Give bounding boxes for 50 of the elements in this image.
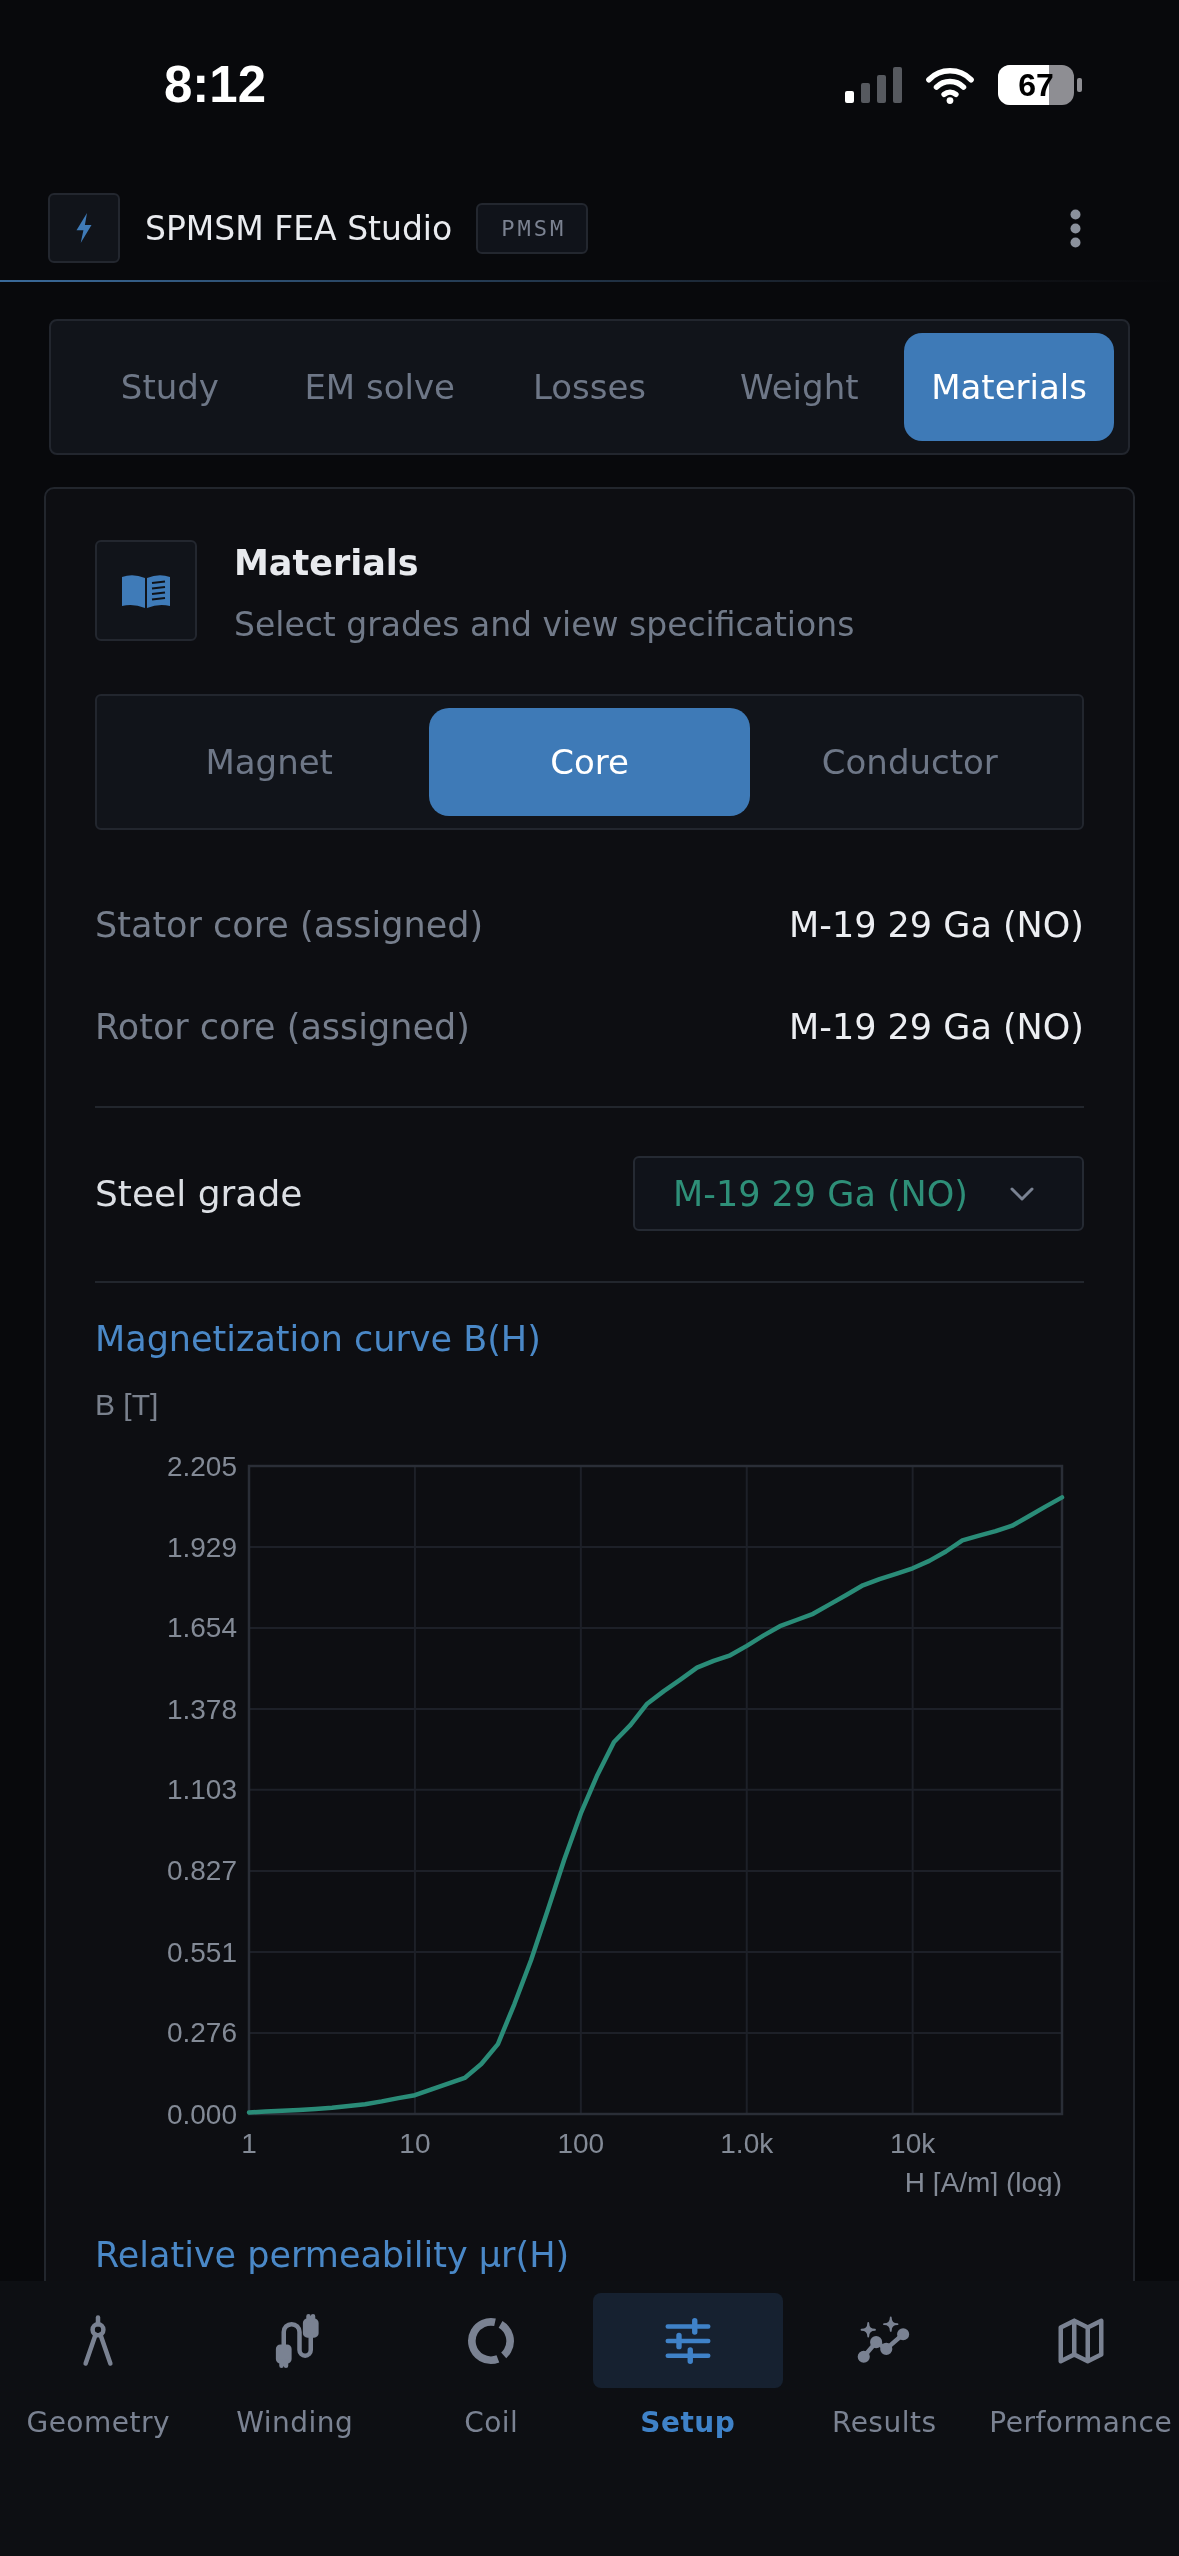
y-tick-label: 0.551 [166, 1936, 237, 1968]
y-tick-label: 1.929 [166, 1531, 237, 1563]
status-time: 8:12 [164, 55, 267, 115]
tab[interactable]: Weight [694, 333, 905, 441]
x-tick-label: 10k [890, 2127, 936, 2159]
card-title: Materials [234, 542, 419, 585]
nav-tab[interactable]: Geometry [0, 2281, 197, 2556]
y-tick-label: 1.103 [166, 1774, 237, 1806]
mode-badge: PMSM [476, 202, 589, 254]
material-type-tab[interactable]: Magnet [109, 708, 430, 816]
chevron-icon [1010, 1186, 1034, 1201]
y-tick-label: 1.654 [166, 1612, 237, 1644]
steel-grade-label: Steel grade [95, 1173, 303, 1214]
spec-value: M-19 29 Ga (NO) [789, 1007, 1084, 1047]
spec-label: Rotor core (assigned) [95, 1007, 470, 1047]
y-tick-label: 0.276 [166, 2017, 237, 2049]
battery-percentage: 67 [1018, 70, 1054, 100]
card-subtitle: Select grades and view specifications [234, 605, 855, 645]
material-type-tab[interactable]: Conductor [749, 708, 1070, 816]
nav-tab[interactable]: Results [786, 2281, 983, 2556]
steel-grade-select[interactable]: M-19 29 Ga (NO) [633, 1156, 1084, 1231]
y-tick-label: 2.205 [166, 1450, 237, 1482]
more-icon[interactable] [1070, 208, 1081, 248]
chart-title: Magnetization curve B(H) [95, 1318, 541, 1361]
signal-icon [845, 67, 902, 103]
y-tick-label: 0.827 [166, 1855, 237, 1887]
spec-value: M-19 29 Ga (NO) [789, 905, 1084, 945]
material-type-tab[interactable]: Core [429, 708, 750, 816]
nav-tab[interactable]: Setup [589, 2281, 786, 2556]
wifi-icon [924, 66, 976, 104]
battery-icon [998, 65, 1082, 105]
book-icon [95, 540, 197, 641]
x-tick-label: 100 [557, 2127, 605, 2159]
y-tick-label: 0.000 [166, 2098, 237, 2130]
x-tick-label: 1 [241, 2127, 257, 2159]
tab[interactable]: Study [65, 333, 275, 441]
x-tick-label: 10 [399, 2127, 431, 2159]
section-title: Relative permeability μr(H) [95, 2234, 570, 2276]
tab[interactable]: Losses [484, 333, 695, 441]
y-tick-label: 1.378 [166, 1693, 237, 1725]
tab[interactable]: Materials [904, 333, 1114, 441]
spec-label: Stator core (assigned) [95, 905, 484, 945]
nav-tab[interactable]: Performance [982, 2281, 1179, 2556]
x-tick-label: 1.0k [720, 2127, 774, 2159]
app-title: SPMSM FEA Studio [145, 208, 453, 248]
bolt-icon [48, 193, 120, 263]
nav-tab[interactable]: Winding [196, 2281, 393, 2556]
nav-tab[interactable]: Coil [393, 2281, 590, 2556]
tab[interactable]: EM solve [274, 333, 485, 441]
y-axis-label: B [T] [95, 1387, 159, 1423]
